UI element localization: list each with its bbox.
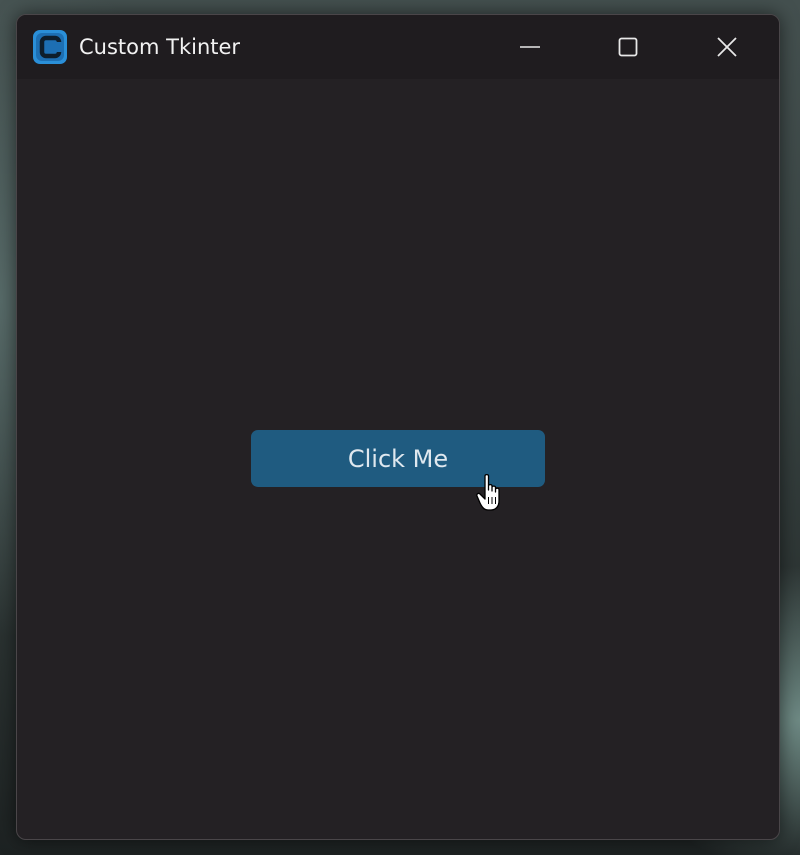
title-bar[interactable]: Custom Tkinter xyxy=(17,15,779,79)
window-title: Custom Tkinter xyxy=(79,35,241,59)
maximize-icon xyxy=(618,37,638,57)
maximize-button[interactable] xyxy=(608,27,648,67)
minimize-button[interactable] xyxy=(510,27,550,67)
close-button[interactable] xyxy=(707,27,747,67)
click-me-button[interactable]: Click Me xyxy=(251,430,545,487)
app-window: Custom Tkinter Click Me xyxy=(16,14,780,840)
app-logo-icon xyxy=(33,30,67,64)
minimize-icon xyxy=(520,46,540,48)
close-icon xyxy=(717,37,737,57)
click-me-button-label: Click Me xyxy=(347,444,449,473)
